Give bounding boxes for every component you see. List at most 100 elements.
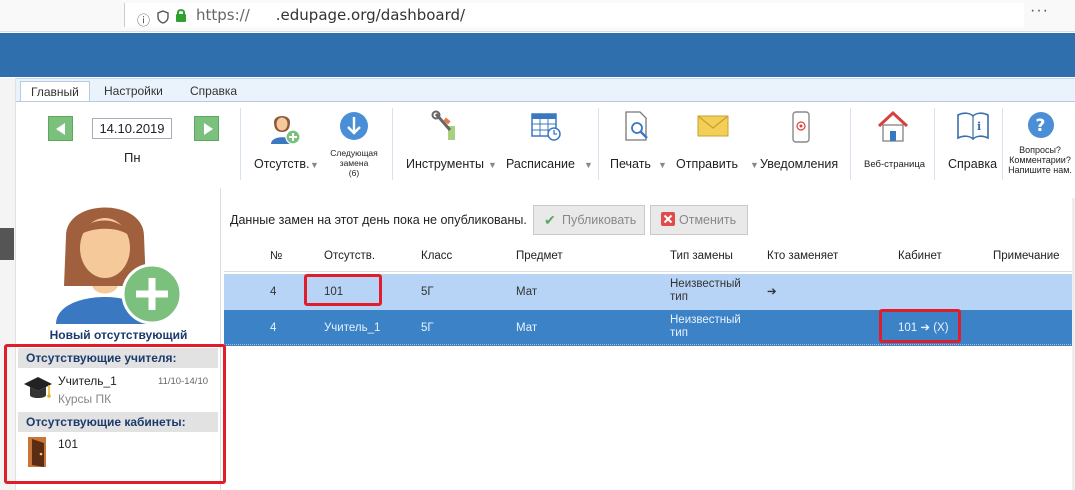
phone-icon	[788, 110, 814, 146]
row-class: 5Г	[421, 322, 434, 334]
absent-teacher-name[interactable]: Учитель_1	[58, 374, 117, 388]
left-edge-dark-block	[0, 228, 14, 260]
webpage-button[interactable]: Веб-страница	[860, 110, 926, 180]
next-sub-line1: Следующая	[330, 148, 378, 158]
schedule-button[interactable]: Расписание ▼	[504, 110, 593, 180]
browser-toolbar: ⓘ https://.edupage.org/dashboard/ ···	[0, 0, 1075, 32]
column-header-subject[interactable]: Предмет	[516, 250, 563, 262]
column-header-room[interactable]: Кабинет	[898, 250, 942, 262]
absent-teacher-dates: 11/10-14/10	[158, 376, 209, 387]
chevron-down-icon[interactable]: ▼	[310, 160, 319, 170]
print-button[interactable]: Печать ▼	[608, 110, 668, 180]
row-sub-type: Неизвестный	[670, 278, 741, 290]
tools-icon	[430, 110, 462, 146]
row-number: 4	[270, 322, 277, 334]
column-header-class[interactable]: Класс	[421, 250, 452, 262]
absent-teachers-title: Отсутствующие учителя:	[18, 348, 218, 368]
book-icon: i	[956, 110, 990, 146]
row-subject: Мат	[516, 322, 538, 334]
question-icon: ?	[1026, 110, 1056, 146]
row-sub-type: Неизвестный	[670, 314, 741, 326]
calendar-clock-icon	[530, 110, 562, 146]
notifications-button[interactable]: Уведомления	[760, 110, 842, 180]
add-person-icon	[266, 110, 302, 146]
print-preview-icon	[622, 110, 652, 146]
tab-help[interactable]: Справка	[180, 81, 247, 101]
table-row[interactable]: 4 101 5Г Мат Неизвестный тип ➔	[224, 274, 1075, 310]
send-label: Отправить	[676, 157, 738, 171]
new-absent-avatar[interactable]	[52, 196, 184, 326]
lock-icon[interactable]	[175, 8, 187, 26]
new-absent-label[interactable]: Новый отсутствующий	[16, 328, 221, 342]
table-row[interactable]: 4 Учитель_1 5Г Мат Неизвестный тип 101 ➔…	[224, 310, 1075, 346]
chevron-down-icon[interactable]: ▼	[750, 160, 759, 170]
publish-button[interactable]: ✔ Публиковать	[533, 205, 645, 235]
prev-day-button[interactable]	[48, 116, 73, 141]
column-header-note[interactable]: Примечание	[993, 250, 1060, 262]
cancel-button[interactable]: Отменить	[650, 205, 748, 235]
notifications-label: Уведомления	[760, 157, 839, 171]
absent-button[interactable]: Отсутств. ▼	[252, 110, 319, 180]
arrow-down-circle-icon	[338, 110, 370, 146]
info-icon[interactable]: ⓘ	[137, 10, 150, 29]
next-sub-line2: замена	[339, 158, 369, 168]
ribbon: Главный Настройки Справка Пн Отсутств. ▼	[16, 78, 1075, 187]
questions-line2: Комментарии?	[1009, 155, 1071, 165]
home-icon	[876, 110, 910, 146]
ribbon-body: Пн Отсутств. ▼ Следующая	[16, 101, 1075, 187]
feedback-button[interactable]: ? Вопросы? Комментарии? Напишите нам.	[1006, 110, 1074, 188]
send-button[interactable]: Отправить ▼	[674, 110, 759, 180]
tab-settings[interactable]: Настройки	[94, 81, 173, 101]
svg-text:?: ?	[1036, 116, 1046, 136]
row-replacer[interactable]: ➔	[767, 286, 777, 299]
row-absent[interactable]: 101	[324, 286, 343, 299]
close-icon	[661, 212, 675, 229]
shield-icon[interactable]	[157, 10, 169, 27]
envelope-icon	[696, 110, 730, 146]
absent-room-name[interactable]: 101	[58, 437, 78, 451]
more-icon[interactable]: ···	[1030, 2, 1049, 20]
print-label: Печать	[610, 157, 651, 171]
left-edge-strip	[0, 78, 16, 490]
column-header-absent[interactable]: Отсутств.	[324, 250, 375, 262]
questions-line3: Напишите нам.	[1008, 165, 1072, 175]
table-header: № Отсутств. Класс Предмет Тип замены Кто…	[224, 242, 1075, 272]
date-input[interactable]	[92, 118, 172, 139]
row-number: 4	[270, 286, 277, 298]
tools-button[interactable]: Инструменты ▼	[404, 110, 497, 180]
app-header	[0, 33, 1075, 77]
check-icon: ✔	[544, 212, 556, 228]
absent-rooms-title: Отсутствующие кабинеты:	[18, 412, 218, 432]
url-text[interactable]: https://.edupage.org/dashboard/	[196, 6, 465, 24]
tools-label: Инструменты	[406, 157, 484, 171]
row-class: 5Г	[421, 286, 434, 298]
questions-line1: Вопросы?	[1019, 145, 1061, 155]
day-of-week-label: Пн	[124, 150, 141, 165]
table-bottom-divider	[224, 344, 1075, 345]
absent-label: Отсутств.	[254, 157, 310, 171]
webpage-label: Веб-страница	[864, 159, 926, 170]
left-panel: Новый отсутствующий Отсутствующие учител…	[16, 188, 221, 490]
chevron-down-icon[interactable]: ▼	[584, 160, 593, 170]
door-icon	[26, 435, 50, 472]
svg-text:i: i	[977, 120, 981, 133]
next-day-button[interactable]	[194, 116, 219, 141]
schedule-label: Расписание	[506, 157, 575, 171]
column-header-sub-type[interactable]: Тип замены	[670, 250, 733, 262]
row-absent[interactable]: Учитель_1	[324, 322, 380, 335]
row-sub-type-2: тип	[670, 327, 688, 339]
row-subject: Мат	[516, 286, 538, 298]
graduation-cap-icon	[22, 374, 54, 407]
next-sub-count: (6)	[348, 168, 360, 178]
column-header-replacer[interactable]: Кто заменяет	[767, 250, 838, 262]
absent-teacher-reason: Курсы ПК	[58, 392, 112, 406]
row-room[interactable]: 101 ➔ (X)	[898, 322, 949, 335]
tab-main[interactable]: Главный	[20, 81, 90, 101]
add-person-icon	[56, 207, 183, 325]
chevron-down-icon[interactable]: ▼	[658, 160, 667, 170]
help-button[interactable]: i Справка	[944, 110, 1000, 180]
chevron-down-icon[interactable]: ▼	[488, 160, 497, 170]
next-substitution-button[interactable]: Следующая замена (6)	[326, 110, 382, 184]
column-header-number[interactable]: №	[270, 250, 282, 262]
help-label: Справка	[948, 157, 998, 171]
